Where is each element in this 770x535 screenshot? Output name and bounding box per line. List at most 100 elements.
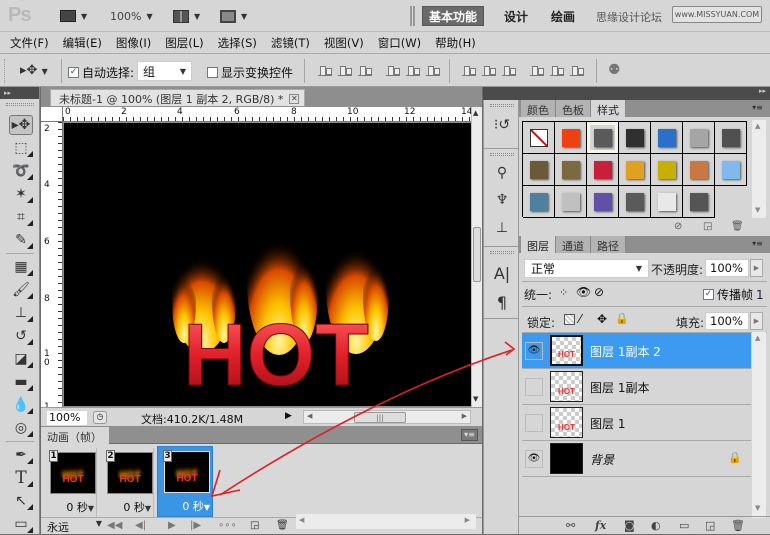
frames-horizontal-scrollbar[interactable]: ◀ ▶	[296, 514, 476, 529]
scroll-right-icon[interactable]: ▶	[462, 412, 467, 420]
layer-style-fx-icon[interactable]: fx	[595, 519, 606, 532]
menu-filter[interactable]: 滤镜(T)	[271, 35, 310, 51]
distribute-bottom-icon[interactable]	[502, 66, 516, 76]
layer-name[interactable]: 图层 1副本	[590, 379, 649, 396]
style-swatch[interactable]	[715, 122, 747, 154]
blend-mode-dropdown[interactable]: 正常 ▼	[524, 259, 649, 278]
next-frame-icon[interactable]: |▶	[190, 520, 201, 531]
toolbox-grip[interactable]	[6, 103, 34, 106]
menu-select[interactable]: 选择(S)	[218, 35, 257, 51]
scroll-down-icon[interactable]: ▼	[755, 206, 760, 214]
style-swatch[interactable]	[651, 122, 683, 154]
workspace-design[interactable]: 设计	[498, 6, 534, 26]
frame-delay-dropdown[interactable]: 0 秒▼	[66, 499, 94, 515]
tab-layers[interactable]: 图层	[521, 236, 556, 253]
panel-menu-icon[interactable]: ▾≡	[461, 429, 478, 441]
pen-tool-icon[interactable]: ✒	[9, 445, 33, 465]
horizontal-scroll-thumb[interactable]: |||	[354, 412, 406, 423]
tool-preset-picker[interactable]: ▸✥ ▼	[20, 63, 48, 78]
visibility-toggle[interactable]	[525, 414, 543, 432]
trash-icon[interactable]: 🗑	[731, 519, 745, 532]
history-panel-icon[interactable]: ⁝↺	[492, 117, 512, 135]
trash-icon[interactable]: 🗑	[276, 520, 289, 531]
visibility-toggle[interactable]	[525, 378, 543, 396]
style-swatch[interactable]	[715, 154, 747, 186]
scroll-up-icon[interactable]: ▲	[473, 109, 478, 117]
align-bottom-icon[interactable]	[358, 66, 372, 76]
scroll-left-icon[interactable]: ◀	[299, 516, 304, 524]
dock-grip[interactable]	[490, 153, 514, 156]
style-swatch[interactable]	[587, 122, 619, 154]
clear-style-icon[interactable]: ⊘	[674, 221, 682, 232]
lock-pixels-icon[interactable]: ⁄	[579, 312, 581, 326]
tween-icon[interactable]: ∘∘∘	[218, 520, 237, 531]
visibility-eye-icon[interactable]: 👁	[525, 342, 543, 360]
style-swatch[interactable]	[555, 154, 587, 186]
tab-swatches[interactable]: 色板	[556, 100, 591, 117]
vertical-scroll-thumb[interactable]	[473, 227, 481, 282]
vertical-ruler[interactable]: 2 4 6 8 10 1	[41, 122, 63, 412]
style-swatch[interactable]	[683, 154, 715, 186]
unify-style-icon[interactable]: ⊘	[594, 285, 604, 299]
add-mask-icon[interactable]: ◙	[624, 519, 635, 532]
duplicate-frame-icon[interactable]: ◲	[250, 520, 259, 531]
lock-position-icon[interactable]: ✥	[597, 312, 607, 326]
menu-view[interactable]: 视图(V)	[324, 35, 364, 51]
scroll-right-icon[interactable]: ▶	[465, 516, 470, 524]
new-layer-icon[interactable]: ◲	[705, 519, 715, 532]
eraser-tool-icon[interactable]: ◪	[9, 349, 33, 369]
visibility-eye-icon[interactable]: 👁	[525, 450, 543, 468]
distribute-vertical-center-icon[interactable]	[482, 66, 496, 76]
style-swatch[interactable]	[651, 186, 683, 218]
style-swatch[interactable]	[523, 154, 555, 186]
link-layers-icon[interactable]: ⚯	[566, 519, 575, 532]
unify-position-icon[interactable]: ⁘	[559, 286, 568, 299]
align-left-icon[interactable]	[386, 66, 400, 76]
zoom-level-select[interactable]: 100% ▼	[110, 8, 153, 24]
type-tool-icon[interactable]: T	[9, 468, 33, 488]
frame-delay-dropdown[interactable]: 0 秒▼	[182, 498, 210, 514]
clone-stamp-tool-icon[interactable]: ⊥	[9, 303, 33, 323]
path-selection-tool-icon[interactable]: ↖	[9, 491, 33, 511]
style-swatch[interactable]	[523, 186, 555, 218]
layer-row[interactable]: 👁 背景 🔒	[522, 441, 751, 477]
fill-field[interactable]: 100%	[705, 312, 749, 330]
animation-frame-1[interactable]: HOT 1 0 秒▼	[45, 448, 97, 517]
horizontal-scrollbar[interactable]: ◀ ||| ▶	[303, 410, 471, 424]
history-brush-tool-icon[interactable]: ↺	[9, 326, 33, 346]
layer-name[interactable]: 图层 1	[590, 415, 625, 432]
dock-grip[interactable]	[490, 251, 514, 254]
close-icon[interactable]: ✕	[289, 94, 300, 104]
loop-options-dropdown[interactable]: 永远 ▼	[47, 519, 102, 535]
gradient-tool-icon[interactable]: ▬	[9, 372, 33, 392]
paragraph-panel-icon[interactable]: ¶	[492, 293, 512, 312]
lock-all-icon[interactable]: 🔒	[615, 312, 629, 325]
layers-scrollbar[interactable]: ▲ ▼	[752, 332, 766, 518]
magic-wand-tool-icon[interactable]: ✶	[9, 184, 33, 204]
style-swatch[interactable]	[587, 154, 619, 186]
brush-presets-icon[interactable]: ⚲	[492, 165, 512, 183]
dock-collapse-bar[interactable]	[483, 87, 519, 100]
auto-select-target-dropdown[interactable]: 组 ▼	[137, 61, 192, 81]
move-tool-icon[interactable]: ▸✥	[9, 115, 33, 135]
ruler-origin[interactable]	[41, 107, 63, 122]
style-swatch[interactable]	[523, 122, 555, 154]
workspace-essentials[interactable]: 基本功能	[422, 6, 485, 26]
new-style-icon[interactable]: ◲	[703, 221, 712, 232]
screen-mode-button[interactable]: ▼	[220, 8, 247, 24]
brush-tool-icon[interactable]: 🖌	[9, 280, 33, 300]
marquee-tool-icon[interactable]: ⬚	[9, 138, 33, 158]
clock-icon[interactable]: ◷	[93, 411, 107, 424]
adjustment-layer-icon[interactable]: ◐	[651, 519, 661, 532]
propagate-frame-option[interactable]: ✓ 传播帧 1	[703, 286, 764, 303]
style-swatch[interactable]	[651, 154, 683, 186]
layer-name[interactable]: 背景	[590, 451, 614, 468]
layer-row[interactable]: HOT 图层 1副本	[522, 369, 751, 405]
style-swatch[interactable]	[619, 122, 651, 154]
distribute-left-icon[interactable]	[530, 66, 544, 76]
menu-file[interactable]: 文件(F)	[10, 35, 49, 51]
tab-paths[interactable]: 路径	[591, 236, 626, 253]
scroll-left-icon[interactable]: ◀	[307, 412, 312, 420]
opacity-field[interactable]: 100%	[705, 259, 749, 277]
menu-help[interactable]: 帮助(H)	[435, 35, 476, 51]
